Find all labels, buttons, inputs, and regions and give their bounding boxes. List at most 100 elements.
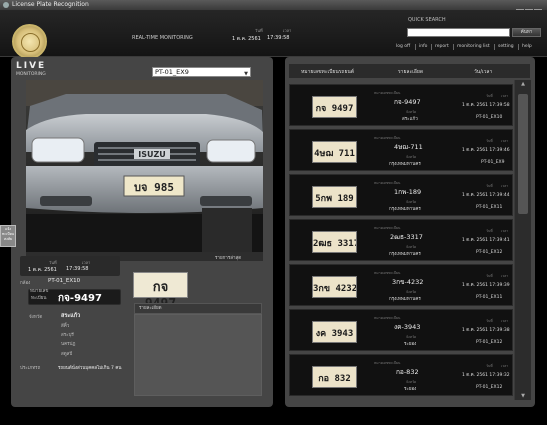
col-header-plate: หมายเลขทะเบียนรถยนต์ [301, 69, 355, 75]
row-plate-label: หมายเลขทะเบียน [374, 226, 401, 230]
row-datetime: 1 ต.ค. 2561 17:39:32 [462, 373, 510, 378]
row-province: ระยอง [404, 342, 417, 347]
live-subtitle: MONITORING [16, 72, 46, 77]
chevron-down-icon: ▼ [244, 71, 248, 77]
plate-label-1: หมายเลข [30, 289, 49, 294]
row-camera: PT-01_EX9 [481, 160, 505, 165]
table-row[interactable]: งค 3943 หมายเลขทะเบียน งค-3943 จังหวัด ร… [289, 309, 513, 351]
row-plate-image: 5กพ 189 [312, 186, 357, 208]
row-plate-image-text: 2ฒธ 3317 [313, 239, 357, 249]
col-header-detail: รายละเอียด [398, 69, 424, 75]
row-plate: 1กพ-189 [394, 188, 422, 196]
app-icon [3, 2, 9, 8]
nav-monitoring-list[interactable]: monitoring list [457, 44, 490, 49]
table-row[interactable]: 3กข 4232 หมายเลขทะเบียน 3กข-4232 จังหวัด… [289, 264, 513, 306]
suspect-report-tab[interactable]: แจ้ง ทะเบียน สงสัย [0, 225, 16, 247]
row-plate-label: หมายเลขทะเบียน [374, 316, 401, 320]
nav-help[interactable]: help [522, 44, 532, 49]
table-row[interactable]: กจ 9497 หมายเลขทะเบียน กจ-9497 จังหวัด ส… [289, 84, 513, 126]
row-plate-image: กจ 9497 [312, 96, 357, 118]
captured-plate-image: กจ 9497 [133, 272, 188, 312]
nav-info[interactable]: info [419, 44, 427, 49]
detail-title: รายละเอียด [134, 303, 262, 314]
province-option: นครปฏ [61, 342, 76, 347]
row-plate-image-text: 3กข 4232 [313, 284, 357, 294]
quick-search-input[interactable] [407, 28, 510, 37]
list-scrollbar[interactable]: ▲ ▼ [514, 80, 531, 400]
svg-text:ISUZU: ISUZU [138, 150, 166, 159]
row-plate-image-text: 4ษฌ 711 [314, 149, 355, 159]
row-datetime: 1 ต.ค. 2561 17:39:38 [462, 328, 510, 333]
vehicle-type-label: ประเภทรถ [20, 366, 41, 371]
col-header-datetime: วัน/เวลา [474, 69, 493, 75]
row-camera: PT-01_EX11 [476, 295, 503, 300]
row-date-label: วันที่ [486, 229, 493, 233]
row-plate-image: 3กข 4232 [312, 276, 357, 298]
live-title: LIVE [16, 61, 47, 71]
capture-time: 17:39:58 [66, 266, 89, 272]
vehicle-type-value: รถยนต์นั่งส่วนบุคคลไม่เกิน 7 คน [58, 366, 122, 371]
car-image: ISUZU บจ 985 [26, 80, 263, 252]
row-plate-image: 4ษฌ 711 [312, 141, 357, 163]
row-time-label: เวลา [501, 319, 509, 323]
row-camera: PT-01_EX11 [476, 205, 503, 210]
table-row[interactable]: 5กพ 189 หมายเลขทะเบียน 1กพ-189 จังหวัด ก… [289, 174, 513, 216]
row-plate: 4ษฌ-711 [394, 143, 423, 151]
row-plate-image-text: กจ 9497 [315, 104, 354, 114]
table-row[interactable]: กอ 832 หมายเลขทะเบียน กอ-832 จังหวัด ระย… [289, 354, 513, 396]
row-date-label: วันที่ [486, 364, 493, 368]
row-plate-label: หมายเลขทะเบียน [374, 136, 401, 140]
latest-list-caption: รายการล่าสุด [215, 256, 242, 261]
row-plate-label: หมายเลขทะเบียน [374, 181, 401, 185]
scrollbar-thumb[interactable] [518, 94, 528, 214]
row-plate: 3กข-4232 [392, 278, 424, 286]
row-province: กรุงเทพมหานคร [389, 207, 421, 212]
plate-label-2: ทะเบียน [31, 296, 47, 301]
side-tab-line: สงสัย [3, 237, 13, 241]
scroll-up-icon[interactable]: ▲ [515, 80, 531, 88]
realtime-monitoring-label: REAL-TIME MONITORING [132, 35, 193, 41]
quick-search-button[interactable]: ค้นหา [512, 28, 541, 37]
row-plate-image: กอ 832 [312, 366, 357, 388]
nav-log-off[interactable]: log off [396, 44, 410, 49]
camera-label: กล้อง [20, 281, 31, 286]
capture-date-label: วันที่ [49, 260, 57, 265]
row-plate-label: หมายเลขทะเบียน [374, 361, 401, 365]
camera-feed: ISUZU บจ 985 [26, 80, 263, 252]
province-option: สระบุรี [61, 333, 74, 338]
row-time-label: เวลา [501, 229, 509, 233]
row-camera: PT-01_EX12 [476, 250, 503, 255]
row-plate-label: หมายเลขทะเบียน [374, 91, 401, 95]
row-date-label: วันที่ [486, 94, 493, 98]
table-row[interactable]: 2ฒธ 3317 หมายเลขทะเบียน 2ฒธ-3317 จังหวัด… [289, 219, 513, 261]
row-camera: PT-01_EX10 [476, 115, 503, 120]
row-province: กรุงเทพมหานคร [389, 297, 421, 302]
row-datetime: 1 ต.ค. 2561 17:39:39 [462, 283, 510, 288]
table-row[interactable]: 4ษฌ 711 หมายเลขทะเบียน 4ษฌ-711 จังหวัด ก… [289, 129, 513, 171]
camera-select[interactable]: PT-01_EX9 ▼ [152, 67, 251, 77]
scroll-down-icon[interactable]: ▼ [515, 392, 531, 400]
province-label: จังหวัด [29, 315, 43, 320]
row-plate-image: งค 3943 [312, 321, 357, 343]
row-date-label: วันที่ [486, 139, 493, 143]
province-option: สตูลปี [61, 352, 73, 357]
camera-value: PT-01_EX10 [48, 278, 81, 284]
row-time-label: เวลา [501, 274, 509, 278]
province-option: สีคิ้ว [61, 324, 70, 329]
row-datetime: 1 ต.ค. 2561 17:39:46 [462, 148, 510, 153]
window-title: License Plate Recognition [12, 1, 89, 8]
row-plate-image-text: กอ 832 [318, 374, 351, 384]
nav-report[interactable]: report [435, 44, 449, 49]
nav-setting[interactable]: setting [498, 44, 514, 49]
header-time: 17:39:58 [267, 35, 290, 41]
plate-number: กจ-9497 [58, 293, 102, 304]
row-camera: PT-01_EX12 [476, 385, 503, 390]
row-plate: กจ-9497 [394, 98, 421, 106]
row-plate: 2ฒธ-3317 [390, 233, 423, 241]
detail-box [134, 314, 262, 396]
row-plate-image-text: 5กพ 189 [315, 194, 354, 204]
row-time-label: เวลา [501, 364, 509, 368]
svg-text:บจ 985: บจ 985 [134, 181, 174, 194]
capture-date: 1 ต.ค. 2561 [28, 267, 57, 273]
row-datetime: 1 ต.ค. 2561 17:39:44 [462, 193, 510, 198]
